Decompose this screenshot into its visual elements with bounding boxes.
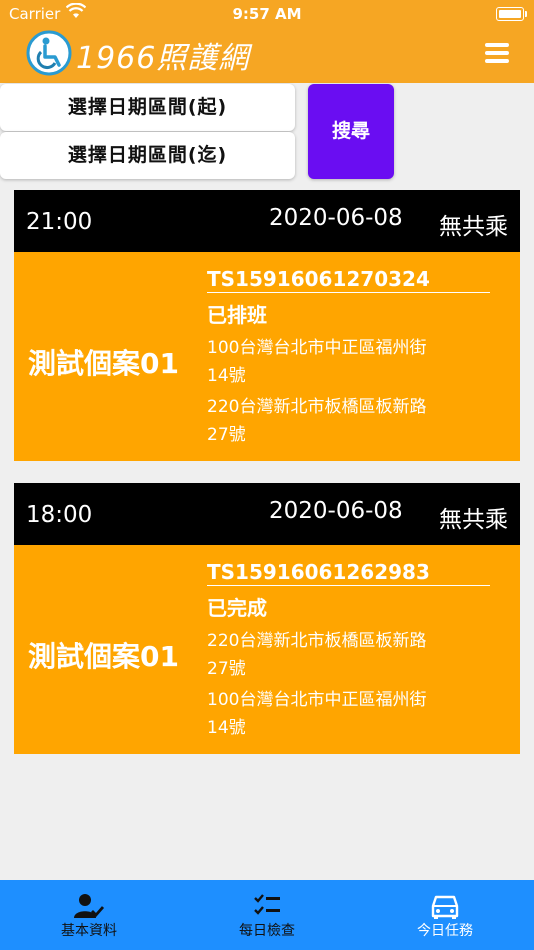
- task-card-header: 18:00 2020-06-08 無共乘: [14, 483, 520, 545]
- hamburger-menu-icon[interactable]: [485, 43, 509, 63]
- task-status: 已排班: [207, 303, 267, 327]
- car-icon: [431, 895, 459, 919]
- tab-today-tasks[interactable]: 今日任務: [356, 880, 534, 950]
- task-date: 2020-06-08: [269, 498, 403, 524]
- end-date-button[interactable]: 選擇日期區間(迄): [0, 132, 295, 179]
- search-button[interactable]: 搜尋: [308, 84, 394, 179]
- user-check-icon: [74, 894, 104, 918]
- dropoff-address: 100台灣台北市中正區福州街14號: [207, 690, 427, 738]
- pickup-address: 220台灣新北市板橋區板新路27號: [207, 631, 427, 679]
- tab-bar: 基本資料 每日檢查 今日任務: [0, 880, 534, 950]
- tab-label: 今日任務: [417, 923, 473, 939]
- battery-icon: [496, 7, 527, 21]
- tab-basic-info[interactable]: 基本資料: [0, 880, 178, 950]
- tab-daily-check[interactable]: 每日檢查: [178, 880, 356, 950]
- task-card-body: 測試個案01 TS15916061262983 已完成 220台灣新北市板橋區板…: [14, 545, 520, 754]
- case-name: 測試個案01: [28, 640, 179, 673]
- task-time: 21:00: [26, 209, 93, 235]
- task-card-body: 測試個案01 TS15916061270324 已排班 100台灣台北市中正區福…: [14, 252, 520, 461]
- task-date: 2020-06-08: [269, 205, 403, 231]
- case-name: 測試個案01: [28, 347, 179, 380]
- task-time: 18:00: [26, 502, 93, 528]
- task-id: TS15916061270324: [207, 267, 490, 293]
- dropoff-address: 220台灣新北市板橋區板新路27號: [207, 397, 427, 445]
- checklist-icon: [254, 894, 280, 915]
- task-status: 已完成: [207, 596, 267, 620]
- start-date-button[interactable]: 選擇日期區間(起): [0, 84, 295, 131]
- carpool-status: 無共乘: [439, 507, 508, 533]
- task-card-header: 21:00 2020-06-08 無共乘: [14, 190, 520, 252]
- logo-icon: [26, 30, 72, 76]
- status-time: 9:57 AM: [232, 5, 302, 23]
- pickup-address: 100台灣台北市中正區福州街14號: [207, 338, 427, 386]
- status-bar: Carrier 9:57 AM: [0, 0, 534, 28]
- carpool-status: 無共乘: [439, 214, 508, 240]
- logo-text: 1966照護網: [76, 41, 250, 76]
- tab-label: 基本資料: [61, 923, 117, 939]
- tab-label: 每日檢查: [239, 923, 295, 939]
- task-id: TS15916061262983: [207, 560, 490, 586]
- app-header: Carrier 9:57 AM 1966照護網: [0, 0, 534, 83]
